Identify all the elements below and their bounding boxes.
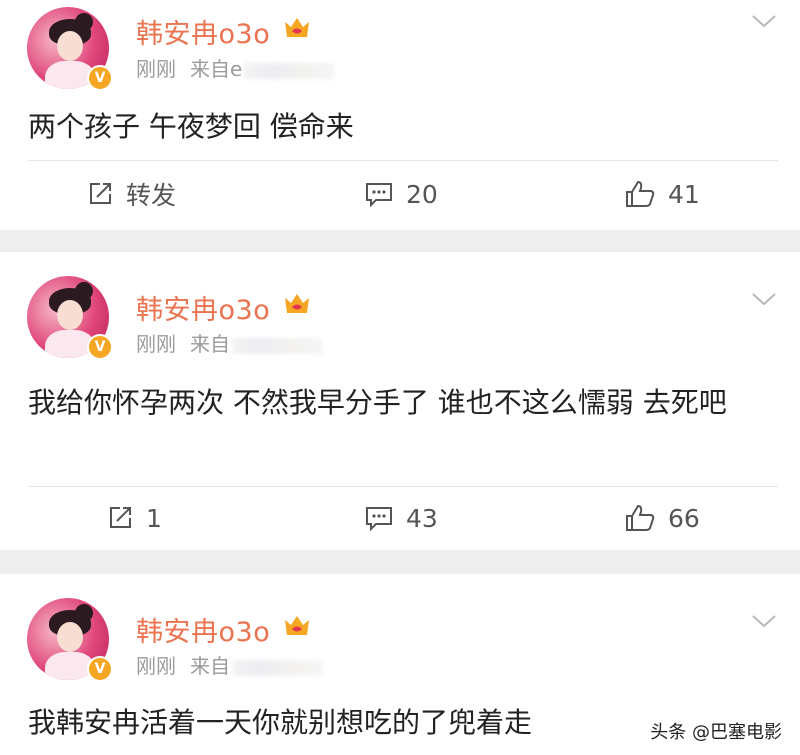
watermark: 头条 @巴塞电影 (650, 722, 782, 743)
blurred-source (232, 659, 322, 676)
post-meta: 刚刚 来自 (136, 328, 322, 357)
post-meta: 刚刚 来自 (136, 650, 322, 679)
avatar[interactable]: V (27, 276, 113, 360)
repost-button[interactable]: 1 (106, 488, 162, 548)
post-time: 刚刚 (136, 332, 176, 356)
repost-icon (90, 183, 111, 204)
verified-v-icon: V (87, 656, 113, 682)
comment-button[interactable]: 43 (364, 488, 438, 548)
post-actions: 转发 20 41 (0, 164, 800, 224)
thumbs-up-icon (626, 504, 655, 531)
username[interactable]: 韩安冉o3o (136, 12, 270, 51)
post-card: V 韩安冉o3o 刚刚 来自e 两个孩子 午夜梦回 偿命来 转发 20 41 (0, 0, 800, 230)
avatar[interactable]: V (27, 598, 113, 682)
post-time: 刚刚 (136, 654, 176, 678)
post-source: 来自e (190, 57, 243, 81)
vip-crown-icon (285, 18, 309, 37)
post-source: 来自 (190, 654, 230, 678)
post-source: 来自 (190, 332, 230, 356)
comment-count: 20 (406, 179, 438, 209)
post-meta: 刚刚 来自e (136, 53, 335, 82)
repost-icon (110, 507, 131, 528)
post-card: V 韩安冉o3o 刚刚 来自 我给你怀孕两次 不然我早分手了 谁也不这么懦弱 去死… (0, 252, 800, 550)
username[interactable]: 韩安冉o3o (136, 288, 270, 327)
avatar[interactable]: V (27, 7, 113, 91)
comment-button[interactable]: 20 (364, 164, 438, 224)
blurred-source (232, 337, 322, 354)
weibo-feed: V 韩安冉o3o 刚刚 来自e 两个孩子 午夜梦回 偿命来 转发 20 41 V… (0, 0, 800, 755)
comment-count: 43 (406, 503, 438, 533)
vip-crown-icon (285, 294, 309, 313)
repost-label: 转发 (126, 181, 177, 210)
verified-v-icon: V (87, 65, 113, 91)
post-content: 我给你怀孕两次 不然我早分手了 谁也不这么懦弱 去死吧 (28, 386, 727, 419)
divider (28, 160, 778, 161)
comment-icon (366, 507, 392, 532)
repost-count: 1 (146, 503, 162, 533)
blurred-source (244, 62, 335, 79)
chevron-down-icon[interactable] (750, 290, 778, 308)
verified-v-icon: V (87, 334, 113, 360)
divider (28, 486, 778, 487)
repost-button[interactable]: 转发 (86, 164, 176, 224)
vip-crown-icon (285, 616, 309, 635)
thumbs-up-icon (626, 180, 655, 207)
chevron-down-icon[interactable] (750, 12, 778, 30)
like-count: 66 (668, 503, 700, 533)
post-content: 两个孩子 午夜梦回 偿命来 (28, 110, 354, 143)
like-button[interactable]: 41 (624, 164, 700, 224)
comment-icon (366, 183, 392, 208)
like-button[interactable]: 66 (624, 488, 700, 548)
username[interactable]: 韩安冉o3o (136, 610, 270, 649)
chevron-down-icon[interactable] (750, 612, 778, 630)
post-time: 刚刚 (136, 57, 176, 81)
post-actions: 1 43 66 (0, 488, 800, 548)
like-count: 41 (668, 179, 700, 209)
